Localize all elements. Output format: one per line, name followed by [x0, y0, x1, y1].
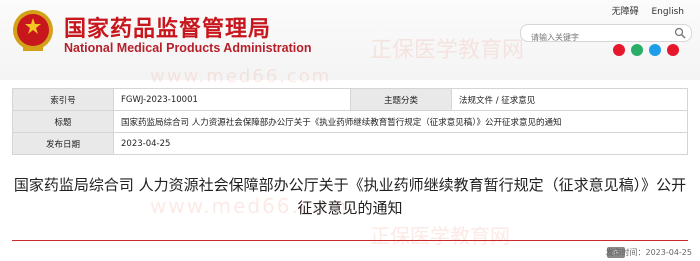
- date-label: 发布日期: [12, 132, 114, 155]
- table-row: 标题 国家药监局综合司 人力资源社会保障部办公厅关于《执业药师继续教育暂行规定（…: [12, 110, 688, 133]
- table-row: 发布日期 2023-04-25: [12, 132, 688, 155]
- site-header: 国家药品监督管理局 National Medical Products Admi…: [0, 0, 700, 80]
- accessibility-link[interactable]: 无障碍: [612, 7, 639, 17]
- search-icon[interactable]: [674, 27, 686, 39]
- english-link[interactable]: English: [652, 7, 685, 17]
- title-value: 国家药监局综合司 人力资源社会保障部办公厅关于《执业药师继续教育暂行规定（征求意…: [113, 110, 688, 133]
- site-title-en[interactable]: National Medical Products Administration: [64, 41, 312, 55]
- subject-label: 主题分类: [350, 88, 452, 111]
- search-box: [520, 24, 692, 46]
- date-value: 2023-04-25: [113, 132, 688, 155]
- print-icon[interactable]: [667, 44, 679, 56]
- divider: [12, 240, 688, 241]
- share-icons: [613, 44, 679, 56]
- weibo-icon[interactable]: [613, 44, 625, 56]
- article-title: 国家药监局综合司 人力资源社会保障部办公厅关于《执业药师继续教育暂行规定（征求意…: [13, 176, 687, 217]
- top-links: 无障碍 English: [602, 4, 684, 17]
- watermark-brand: 正保医学教育网: [370, 224, 510, 248]
- title-label: 标题: [12, 110, 114, 133]
- document-meta-table: 索引号 FGWJ-2023-10001 主题分类 法规文件 / 征求意见 标题 …: [12, 88, 688, 155]
- wechat-icon[interactable]: [631, 44, 643, 56]
- subject-value: 法规文件 / 征求意见: [451, 88, 688, 111]
- qq-icon[interactable]: [649, 44, 661, 56]
- table-row: 索引号 FGWJ-2023-10001 主题分类 法规文件 / 征求意见: [12, 88, 688, 111]
- national-emblem-icon[interactable]: [11, 8, 55, 54]
- publish-time: 发布时间：2023-04-25: [605, 248, 693, 257]
- index-label: 索引号: [12, 88, 114, 111]
- site-title-cn[interactable]: 国家药品监督管理局: [64, 11, 271, 43]
- index-value: FGWJ-2023-10001: [113, 88, 351, 111]
